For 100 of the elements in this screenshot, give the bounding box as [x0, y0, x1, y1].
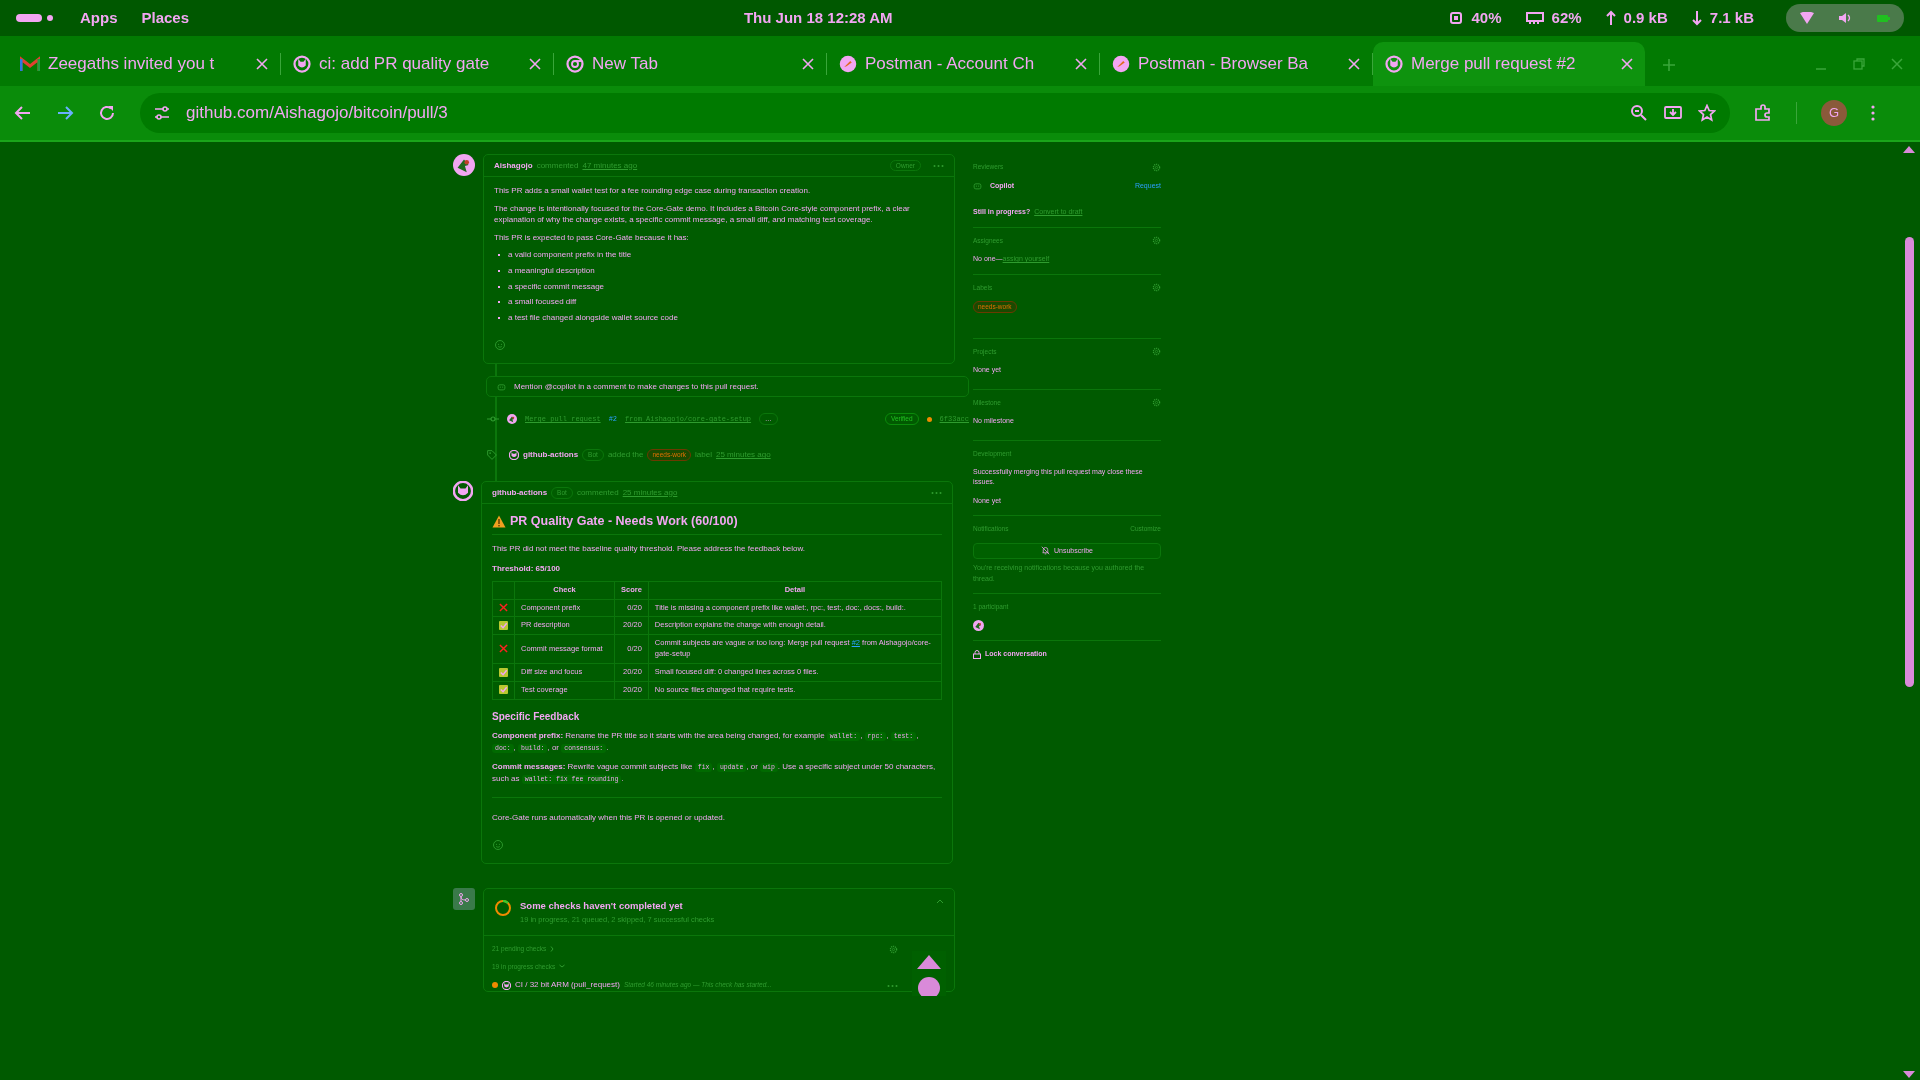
- actor-name[interactable]: github-actions: [523, 449, 579, 462]
- forward-arrow-icon[interactable]: [56, 104, 74, 122]
- comment-paragraph: The change is intentionally focused for the Core-Gate demo. It includes a Bitcoin Core-style component prefix, a clear explanation of why the change exists, a specific commit message, a small diff, and matching test coverage.: [494, 202, 911, 226]
- postman-icon: [839, 55, 857, 73]
- settings-icon[interactable]: [889, 944, 898, 954]
- github-icon: [293, 55, 311, 73]
- emoji-reaction-icon[interactable]: [492, 839, 504, 852]
- section-heading: Specific Feedback: [492, 709, 581, 724]
- user-avatar: [973, 619, 984, 631]
- github-icon: [1385, 55, 1403, 73]
- upload-speed: 0.9 kB: [1623, 7, 1668, 28]
- checks-title: Some checks haven't completed yet: [520, 899, 684, 914]
- settings-icon[interactable]: [1152, 283, 1161, 293]
- scroll-up-arrow-icon[interactable]: [1903, 146, 1915, 153]
- warning-icon: [492, 514, 506, 528]
- menu-item[interactable]: Apps: [80, 6, 118, 30]
- bot-avatar: [502, 980, 511, 990]
- clock[interactable]: Thu Jun 18 12:28 AM: [189, 6, 1448, 30]
- settings-icon[interactable]: [1152, 398, 1161, 408]
- more-icon[interactable]: [931, 490, 942, 495]
- threshold-text: Threshold: 65/100: [492, 563, 562, 575]
- bell-off-icon: [1041, 546, 1051, 556]
- maximize-icon[interactable]: [1852, 57, 1866, 71]
- cpu-icon: [1447, 10, 1464, 26]
- mail-icon: [20, 56, 40, 72]
- close-icon[interactable]: [1348, 58, 1360, 70]
- browser-tab[interactable]: Merge pull request #2: [1373, 42, 1645, 86]
- chevron-right-icon: [550, 945, 555, 952]
- download-speed: 7.1 kB: [1709, 7, 1754, 28]
- author-name[interactable]: github-actions: [492, 486, 548, 499]
- emoji-reaction-icon[interactable]: [494, 339, 506, 352]
- memory-icon: [1525, 11, 1544, 25]
- report-heading: PR Quality Gate - Needs Work (60/100): [510, 513, 738, 531]
- install-app-icon[interactable]: [1664, 104, 1682, 122]
- address-bar[interactable]: github.com/Aishagojo/bitcoin/pull/3: [140, 93, 1730, 133]
- scrollbar-thumb[interactable]: [1905, 237, 1914, 687]
- profile-avatar[interactable]: G: [1821, 100, 1847, 126]
- in-progress-spinner-icon: [494, 899, 512, 918]
- notice-text: Mention @copilot in a comment to make changes to this pull request.: [514, 380, 759, 393]
- list-item: a small focused diff: [508, 296, 577, 308]
- chevron-down-icon: [559, 964, 566, 969]
- browser-tab[interactable]: New Tab: [554, 42, 826, 86]
- upload-arrow-icon: [1605, 10, 1616, 26]
- browser-tab[interactable]: ci: add PR quality gate: [281, 42, 553, 86]
- close-icon[interactable]: [1075, 58, 1087, 70]
- menu-item[interactable]: Places: [141, 6, 190, 30]
- activities-indicator-icon[interactable]: [16, 13, 56, 23]
- collapse-chevron-icon[interactable]: [936, 899, 944, 905]
- wifi-icon: [1800, 12, 1814, 24]
- more-icon[interactable]: [887, 983, 898, 988]
- back-arrow-icon[interactable]: [14, 104, 32, 122]
- close-icon[interactable]: [802, 58, 814, 70]
- download-arrow-icon: [1691, 10, 1702, 26]
- settings-icon[interactable]: [1152, 236, 1161, 246]
- lock-icon: [973, 649, 981, 659]
- new-tab-icon[interactable]: [1661, 56, 1677, 73]
- comment-paragraph: This PR is expected to pass Core-Gate because it has:: [494, 231, 690, 244]
- author-name[interactable]: Aishagojo: [494, 159, 533, 172]
- cpu-usage: 40%: [1471, 7, 1502, 28]
- volume-icon: [1838, 12, 1852, 24]
- scroll-up-triangle-icon[interactable]: [917, 955, 941, 970]
- bot-avatar: [509, 450, 519, 461]
- list-item: a valid component prefix in the title: [508, 249, 632, 261]
- list-item: a test file changed alongside wallet source code: [508, 311, 678, 324]
- more-icon[interactable]: [933, 163, 944, 168]
- tag-icon: [487, 450, 497, 461]
- extensions-icon[interactable]: [1754, 104, 1772, 122]
- postman-icon: [1112, 55, 1130, 73]
- close-icon[interactable]: [256, 58, 268, 70]
- site-settings-icon[interactable]: [154, 105, 170, 121]
- zoom-icon[interactable]: [1630, 104, 1648, 122]
- report-intro: This PR did not meet the baseline quality threshold. Please address the feedback below.: [492, 543, 807, 556]
- comment-paragraph: This PR adds a small wallet test for a fee rounding edge case during transaction creation.: [494, 185, 812, 197]
- battery-icon: [1876, 12, 1890, 24]
- running-dot-icon: [492, 982, 498, 989]
- status-dot-icon: [926, 416, 932, 422]
- close-icon[interactable]: [1890, 57, 1904, 71]
- settings-icon[interactable]: [1152, 162, 1161, 172]
- menu-icon[interactable]: [1871, 105, 1875, 121]
- browser-tab[interactable]: Zeegaths invited you t: [8, 42, 280, 86]
- check-name[interactable]: CI / 32 bit ARM (pull_request): [515, 979, 620, 992]
- close-icon[interactable]: [529, 58, 541, 70]
- browser-tab[interactable]: Postman - Browser Ba: [1100, 42, 1372, 86]
- commit-icon: [487, 415, 499, 424]
- user-avatar: [507, 414, 517, 425]
- scroll-down-arrow-icon[interactable]: [1903, 1071, 1915, 1078]
- footer-note: Core-Gate runs automatically when this PR is opened or updated.: [492, 811, 726, 824]
- bot-avatar: [453, 481, 473, 502]
- status-tray[interactable]: [1786, 4, 1904, 32]
- close-icon[interactable]: [1621, 58, 1633, 70]
- memory-usage: 62%: [1551, 7, 1582, 28]
- browser-tab[interactable]: Postman - Account Ch: [827, 42, 1099, 86]
- browser-icon: [566, 55, 584, 73]
- reload-icon[interactable]: [98, 104, 116, 122]
- star-icon[interactable]: [1698, 104, 1716, 122]
- copilot-icon: [497, 382, 506, 392]
- merge-status-icon: [453, 888, 475, 911]
- user-avatar: [453, 154, 475, 176]
- settings-icon[interactable]: [1152, 347, 1161, 357]
- list-item: a meaningful description: [508, 264, 595, 277]
